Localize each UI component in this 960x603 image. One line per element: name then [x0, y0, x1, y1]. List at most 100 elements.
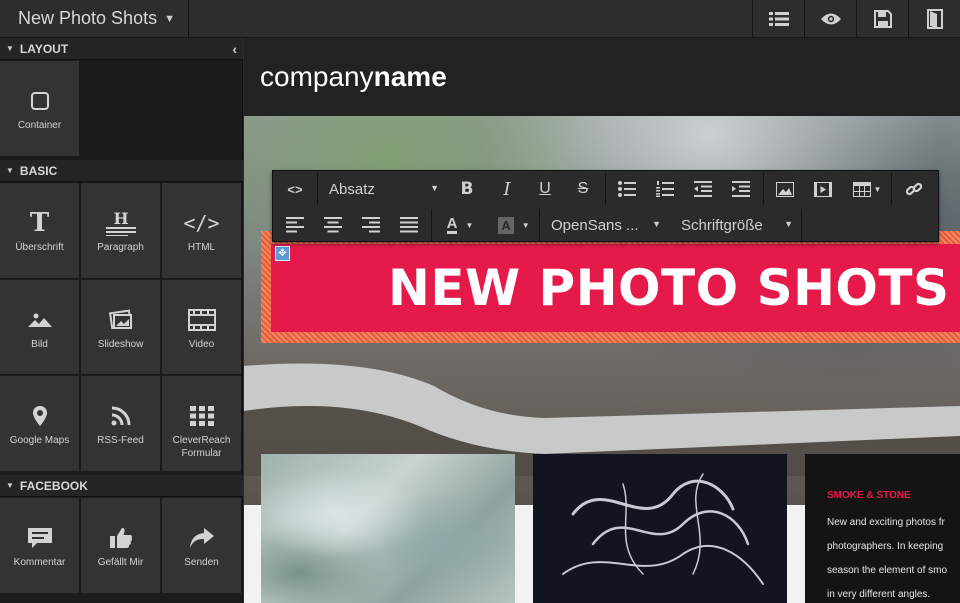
tile-label: Senden	[184, 557, 219, 568]
font-size-value: Schriftgröße	[681, 216, 763, 234]
separator	[317, 173, 318, 205]
sidebar-item-cleverreach[interactable]: CleverReach Formular	[162, 376, 242, 472]
image-icon	[27, 306, 53, 334]
page-select-dropdown[interactable]: New Photo Shots ▼	[0, 0, 189, 37]
card-text-line: photographers. In keeping	[827, 541, 944, 552]
italic-button[interactable]: I	[493, 175, 521, 203]
brand-logo[interactable]: company name	[244, 38, 960, 116]
align-right-button[interactable]	[357, 211, 385, 239]
sidebar-item-share[interactable]: Senden	[162, 498, 242, 594]
info-card: SMOKE & STONE New and exciting photos fr…	[805, 454, 960, 603]
align-left-button[interactable]	[281, 211, 309, 239]
tile-label: Kommentar	[13, 557, 66, 568]
underline-button[interactable]: U	[531, 175, 559, 203]
list-view-button[interactable]	[752, 0, 804, 37]
separator	[763, 173, 764, 205]
separator	[539, 209, 540, 241]
table-icon	[852, 181, 871, 197]
tile-label: Überschrift	[15, 242, 64, 253]
tile-label: Container	[17, 120, 62, 131]
sidebar-item-rss-feed[interactable]: RSS-Feed	[81, 376, 161, 472]
bullet-list-button[interactable]	[613, 175, 641, 203]
format-select[interactable]: Absatz ▼	[319, 175, 445, 203]
format-select-value: Absatz	[329, 180, 375, 198]
tile-label: Google Maps	[9, 435, 70, 446]
section-header-layout[interactable]: ▼ LAYOUT ‹	[0, 38, 243, 60]
caret-down-icon: ▼	[164, 12, 175, 25]
collapse-sidebar-icon[interactable]: ‹	[232, 41, 237, 57]
preview-button[interactable]	[804, 0, 856, 37]
sidebar-item-comment[interactable]: Kommentar	[0, 498, 80, 594]
align-center-icon	[324, 217, 342, 233]
tile-label: Gefällt Mir	[97, 557, 144, 568]
video-icon	[814, 181, 832, 197]
card-text-line: season the element of smo	[827, 565, 948, 576]
section-title: LAYOUT	[19, 41, 69, 56]
code-icon: </>	[183, 211, 220, 235]
sidebar-item-image[interactable]: Bild	[0, 280, 80, 375]
page-title: New Photo Shots	[18, 8, 158, 28]
sidebar-item-container[interactable]: Container	[0, 61, 80, 157]
font-family-value: OpenSans ...	[551, 216, 639, 234]
section-title: FACEBOOK	[19, 478, 88, 493]
background-color-button[interactable]: A ▼	[491, 211, 537, 239]
bold-button[interactable]: B	[453, 175, 481, 203]
text-color-button[interactable]: A ▼	[437, 211, 483, 239]
indent-button[interactable]	[727, 175, 755, 203]
align-right-icon	[362, 217, 380, 233]
tile-label: Video	[188, 339, 215, 350]
triangle-down-icon: ▼	[6, 166, 14, 175]
insert-image-button[interactable]	[771, 175, 799, 203]
grid-icon	[189, 402, 214, 430]
element-sidebar: ▼ LAYOUT ‹ Container ▼ BASIC T Überschri…	[0, 38, 243, 603]
align-justify-button[interactable]	[395, 211, 423, 239]
section-header-basic[interactable]: ▼ BASIC	[0, 160, 243, 182]
font-family-select[interactable]: OpenSans ... ▼	[541, 211, 667, 239]
code-icon: <>	[287, 181, 303, 197]
align-center-button[interactable]	[319, 211, 347, 239]
toolbar-row-2: A ▼ A ▼ OpenSans ... ▼ Schriftgröße ▼	[273, 207, 940, 243]
insert-link-button[interactable]	[900, 175, 928, 203]
headline-text[interactable]: NEW PHOTO SHOTS	[271, 244, 960, 332]
move-handle-icon[interactable]: ✥	[275, 246, 290, 261]
card-text-line: in very different angles.	[827, 589, 931, 600]
paragraph-icon: H	[104, 209, 138, 237]
heading-icon: T	[29, 208, 50, 238]
tile-label: RSS-Feed	[97, 435, 144, 446]
text-color-icon: A	[446, 215, 458, 234]
numbered-list-button[interactable]	[651, 175, 679, 203]
section-title: BASIC	[19, 163, 58, 178]
outdent-button[interactable]	[689, 175, 717, 203]
map-pin-icon	[32, 402, 48, 430]
section-header-facebook[interactable]: ▼ FACEBOOK	[0, 475, 243, 497]
strikethrough-button[interactable]: S	[569, 175, 597, 203]
separator	[801, 209, 802, 241]
tile-label: CleverReach Formular	[172, 435, 231, 459]
sidebar-item-like[interactable]: Gefällt Mir	[81, 498, 161, 594]
sidebar-item-video[interactable]: Video	[162, 280, 242, 375]
sidebar-item-paragraph[interactable]: H Paragraph	[81, 183, 161, 279]
insert-table-button[interactable]: ▼	[847, 175, 887, 203]
rss-icon	[111, 402, 131, 430]
save-button[interactable]	[856, 0, 908, 37]
tile-label: Slideshow	[97, 339, 144, 350]
align-left-icon	[286, 217, 304, 233]
sidebar-item-heading[interactable]: T Überschrift	[0, 183, 80, 279]
smoke-graphic	[562, 473, 764, 585]
caret-down-icon: ▼	[430, 183, 439, 193]
caret-down-icon: ▼	[784, 219, 793, 229]
source-code-button[interactable]: <>	[281, 175, 309, 203]
image-icon	[776, 181, 794, 197]
link-icon	[905, 182, 923, 196]
sidebar-item-html[interactable]: </> HTML	[162, 183, 242, 279]
card-title: SMOKE & STONE	[827, 490, 911, 501]
eye-icon	[820, 12, 842, 26]
exit-button[interactable]	[908, 0, 960, 37]
sidebar-item-slideshow[interactable]: Slideshow	[81, 280, 161, 375]
stone-image[interactable]	[261, 454, 515, 603]
caret-down-icon: ▼	[465, 220, 474, 230]
insert-video-button[interactable]	[809, 175, 837, 203]
font-size-select[interactable]: Schriftgröße ▼	[671, 211, 799, 239]
sidebar-item-google-maps[interactable]: Google Maps	[0, 376, 80, 472]
smoke-image[interactable]	[533, 454, 787, 603]
